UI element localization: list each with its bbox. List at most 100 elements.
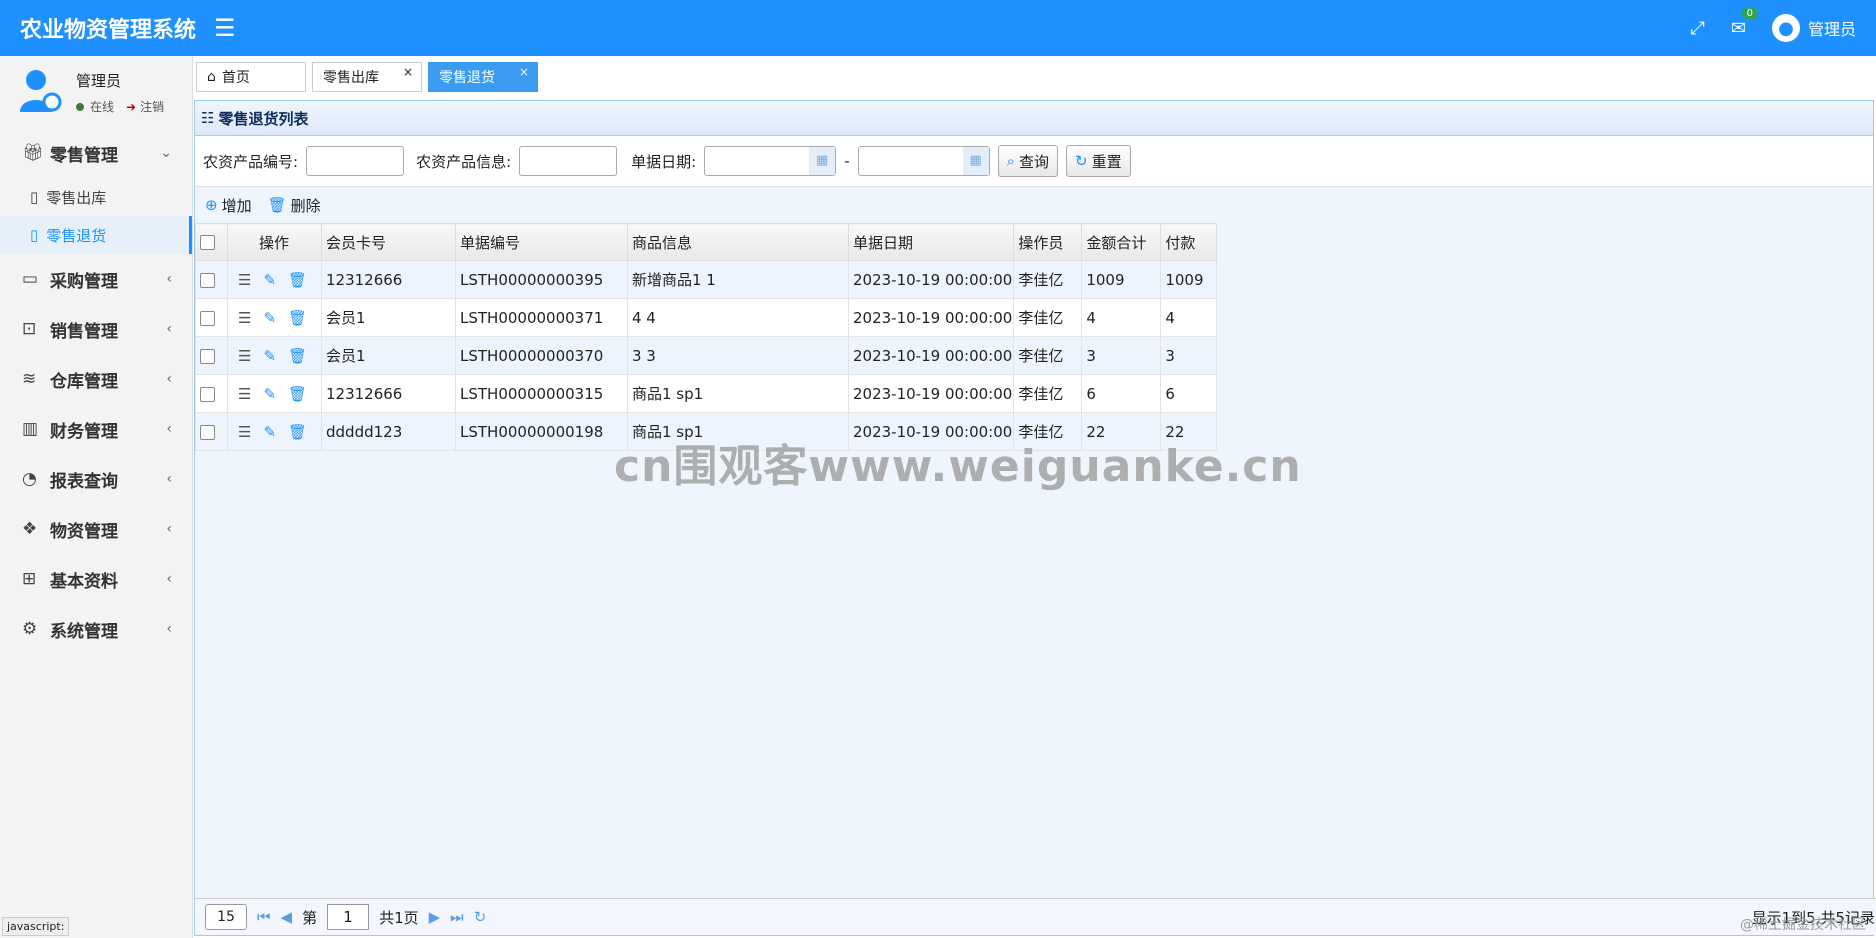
code-input[interactable] (306, 146, 405, 176)
doc-date-cell: 2023-10-19 00:00:00 (847, 298, 1015, 337)
doc-no-cell: LSTH00000000370 (455, 336, 628, 375)
tab-home[interactable]: ⌂ 首页 (196, 62, 306, 92)
select-all-checkbox[interactable] (200, 235, 215, 250)
nav-materials[interactable]: ❖ 物资管理 ‹ (0, 504, 192, 554)
trash-icon[interactable]: 🗑︎ (288, 271, 307, 289)
fullscreen-icon[interactable]: ⤢ (1690, 18, 1704, 39)
tab-retail-out[interactable]: 零售出库 × (312, 62, 422, 92)
row-checkbox[interactable] (200, 348, 215, 364)
edit-icon[interactable]: ✎ (263, 271, 276, 289)
row-checkbox[interactable] (200, 272, 215, 288)
chevron-left-icon: ‹ (166, 321, 172, 337)
trash-icon[interactable]: 🗑︎ (288, 423, 307, 441)
page-number-input[interactable]: 1 (327, 904, 370, 930)
panel-header: ☷ 零售退货列表 (195, 101, 1873, 136)
info-label: 农资产品信息: (416, 152, 512, 171)
ops-cell: ☰ ✎ 🗑︎ (227, 412, 322, 451)
last-page-icon[interactable]: ⏭ (450, 908, 464, 926)
date-end-input[interactable]: ▦ (857, 146, 990, 176)
logout-link[interactable]: ➜ 注销 (126, 98, 164, 115)
chevron-left-icon: ‹ (166, 521, 172, 537)
calendar-icon[interactable]: ▦ (962, 147, 989, 175)
menu-toggle-icon[interactable]: ☰ (214, 14, 236, 42)
layers-icon: ≋ (22, 369, 37, 389)
reset-button[interactable]: ↻ 重置 (1066, 145, 1131, 177)
tabs-bar: ⌂ 首页 零售出库 × 零售退货 × (196, 62, 538, 94)
detail-list-icon[interactable]: ☰ (238, 271, 251, 289)
ops-cell: ☰ ✎ 🗑︎ (227, 260, 322, 299)
nav-warehouse[interactable]: ≋ 仓库管理 ‹ (0, 354, 192, 404)
info-input[interactable] (519, 146, 618, 176)
trash-icon[interactable]: 🗑︎ (288, 347, 307, 365)
query-button[interactable]: ⌕ 查询 (997, 145, 1059, 177)
panel-title: 零售退货列表 (218, 109, 309, 128)
row-checkbox-cell[interactable] (195, 298, 228, 337)
detail-list-icon[interactable]: ☰ (238, 347, 251, 365)
row-checkbox[interactable] (200, 310, 215, 326)
row-checkbox[interactable] (200, 424, 215, 440)
nav-finance[interactable]: ▥ 财务管理 ‹ (0, 404, 192, 454)
row-checkbox-cell[interactable] (195, 336, 228, 375)
date-start-input[interactable]: ▦ (704, 146, 837, 176)
row-checkbox[interactable] (200, 386, 215, 402)
page-total: 共1页 (379, 908, 419, 927)
header-checkbox-cell[interactable] (195, 223, 228, 261)
sub-item-retail-out[interactable]: ▯ 零售出库 (0, 178, 192, 216)
product-info-cell: 商品1 sp1 (627, 374, 849, 413)
nav-system[interactable]: ⚙ 系统管理 ‹ (0, 604, 192, 654)
table-row[interactable]: ☰ ✎ 🗑︎ 12312666 LSTH00000000395 新增商品1 1 20… (195, 260, 1218, 299)
detail-list-icon[interactable]: ☰ (238, 309, 251, 327)
reload-icon: ↻ (1075, 152, 1088, 170)
next-page-icon[interactable]: ▶ (429, 908, 441, 926)
close-icon[interactable]: × (403, 65, 413, 79)
edit-icon[interactable]: ✎ (263, 423, 276, 441)
nav-basic-data[interactable]: ⊞ 基本资料 ‹ (0, 554, 192, 604)
table-row[interactable]: ☰ ✎ 🗑︎ 12312666 LSTH00000000315 商品1 sp1 20… (195, 374, 1218, 413)
online-status: 在线 (76, 98, 114, 115)
doc-icon: ▯ (30, 226, 39, 244)
mail-icon[interactable]: ✉ 0 (1731, 7, 1758, 39)
row-checkbox-cell[interactable] (195, 412, 228, 451)
boxes-icon: ❖ (22, 519, 38, 539)
trash-icon[interactable]: 🗑︎ (288, 385, 307, 403)
trash-icon[interactable]: 🗑︎ (288, 309, 307, 327)
refresh-icon[interactable]: ↻ (474, 908, 487, 926)
nav-sales[interactable]: ⊡ 销售管理 ‹ (0, 304, 192, 354)
admin-avatar-icon (20, 70, 62, 112)
payment-cell: 6 (1160, 374, 1218, 413)
doc-date-cell: 2023-10-19 00:00:00 (847, 260, 1015, 299)
detail-list-icon[interactable]: ☰ (238, 423, 251, 441)
page-size-select[interactable]: 15 (205, 904, 247, 930)
ops-cell: ☰ ✎ 🗑︎ (227, 336, 322, 375)
delete-button[interactable]: 🗑︎ 删除 (268, 195, 321, 216)
edit-icon[interactable]: ✎ (263, 385, 276, 403)
row-checkbox-cell[interactable] (195, 260, 228, 299)
date-label: 单据日期: (631, 152, 697, 171)
watermark: cn围观客www.weiguanke.cn (614, 441, 1302, 492)
total-cell: 6 (1081, 374, 1162, 413)
operator-cell: 李佳亿 (1013, 260, 1083, 299)
product-info-cell: 3 3 (627, 336, 849, 375)
user-menu[interactable]: ● 管理员 (1771, 14, 1856, 42)
add-icon: ⊕ (205, 196, 218, 214)
nav-reports[interactable]: ◔ 报表查询 ‹ (0, 454, 192, 504)
total-cell: 4 (1081, 298, 1162, 337)
edit-icon[interactable]: ✎ (263, 347, 276, 365)
sub-item-retail-return[interactable]: ▯ 零售退货 (0, 216, 192, 254)
online-dot-icon (76, 103, 84, 111)
table-row[interactable]: ☰ ✎ 🗑︎ 会员1 LSTH00000000371 4 4 2023-10-19 … (195, 298, 1218, 337)
first-page-icon[interactable]: ⏮ (257, 908, 271, 926)
edit-icon[interactable]: ✎ (263, 309, 276, 327)
close-icon[interactable]: × (519, 65, 529, 79)
tab-retail-return[interactable]: 零售退货 × (428, 62, 538, 92)
nav-purchase[interactable]: ▭ 采购管理 ‹ (0, 254, 192, 304)
prev-page-icon[interactable]: ◀ (281, 908, 293, 926)
calendar-icon[interactable]: ▦ (809, 147, 836, 175)
logout-icon: ➜ (126, 100, 137, 114)
payment-cell: 4 (1160, 298, 1218, 337)
add-button[interactable]: ⊕ 增加 (205, 195, 252, 216)
table-row[interactable]: ☰ ✎ 🗑︎ 会员1 LSTH00000000370 3 3 2023-10-19 … (195, 336, 1218, 375)
nav-retail[interactable]: 🎁︎ 零售管理 ⌄ (0, 128, 192, 178)
row-checkbox-cell[interactable] (195, 374, 228, 413)
detail-list-icon[interactable]: ☰ (238, 385, 251, 403)
